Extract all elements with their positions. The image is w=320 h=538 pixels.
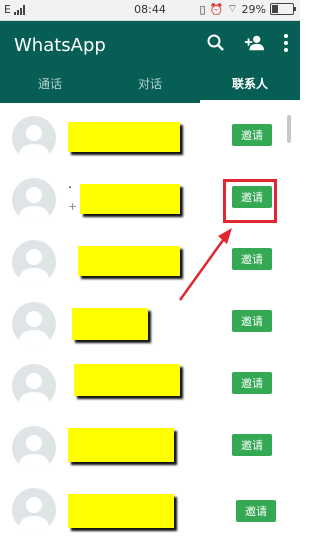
app-actions (206, 33, 290, 53)
more-vert-icon[interactable] (282, 33, 290, 53)
redaction-mark (68, 494, 174, 528)
avatar (12, 178, 56, 222)
contact-row[interactable]: 邀请 (0, 414, 300, 476)
contact-row[interactable]: 邀请 (0, 104, 300, 166)
avatar (12, 302, 56, 346)
battery-percent: 29% (241, 2, 266, 16)
redaction-mark (78, 246, 180, 276)
contact-phone: + (68, 200, 78, 213)
redaction-mark (80, 184, 180, 214)
invite-button[interactable]: 邀请 (236, 500, 276, 522)
redaction-mark (68, 122, 180, 152)
invite-button[interactable]: 邀请 (232, 372, 272, 394)
add-contact-icon[interactable] (244, 33, 264, 53)
vibrate-icon: ▯ (199, 2, 206, 16)
app-bar: WhatsApp 通话 对话 联系人 (0, 21, 300, 103)
highlight-box (223, 179, 277, 223)
invite-button[interactable]: 邀请 (232, 434, 272, 456)
redaction-mark (72, 308, 148, 340)
contact-name: · (68, 181, 73, 196)
battery-icon (270, 3, 296, 15)
status-right: ▯ ⏰ ⌔ 29% (199, 2, 296, 16)
invite-button[interactable]: 邀请 (232, 124, 272, 146)
contact-row[interactable]: 邀请 (0, 290, 300, 352)
contact-list[interactable]: 邀请 · + 邀请 邀请 邀请 邀请 邀请 邀请 (0, 104, 300, 538)
avatar (12, 426, 56, 470)
wifi-icon: ⌔ (227, 2, 238, 15)
redaction-mark (74, 364, 180, 396)
avatar (12, 116, 56, 160)
invite-button[interactable]: 邀请 (232, 248, 272, 270)
redaction-mark (68, 428, 174, 462)
tab-calls[interactable]: 通话 (0, 69, 100, 103)
scrollbar[interactable] (287, 115, 291, 143)
status-bar: E 08:44 ▯ ⏰ ⌔ 29% (0, 0, 300, 21)
avatar (12, 364, 56, 408)
tab-bar: 通话 对话 联系人 (0, 69, 300, 103)
alarm-icon: ⏰ (209, 2, 224, 16)
tab-chats[interactable]: 对话 (100, 69, 200, 103)
invite-button[interactable]: 邀请 (232, 310, 272, 332)
contact-row[interactable]: 邀请 (0, 352, 300, 414)
tab-contacts[interactable]: 联系人 (200, 69, 300, 103)
avatar (12, 488, 56, 532)
contact-row[interactable]: 邀请 (0, 228, 300, 290)
search-icon[interactable] (206, 33, 226, 53)
contact-row[interactable]: 邀请 (0, 476, 300, 538)
app-title: WhatsApp (14, 35, 106, 56)
avatar (12, 240, 56, 284)
